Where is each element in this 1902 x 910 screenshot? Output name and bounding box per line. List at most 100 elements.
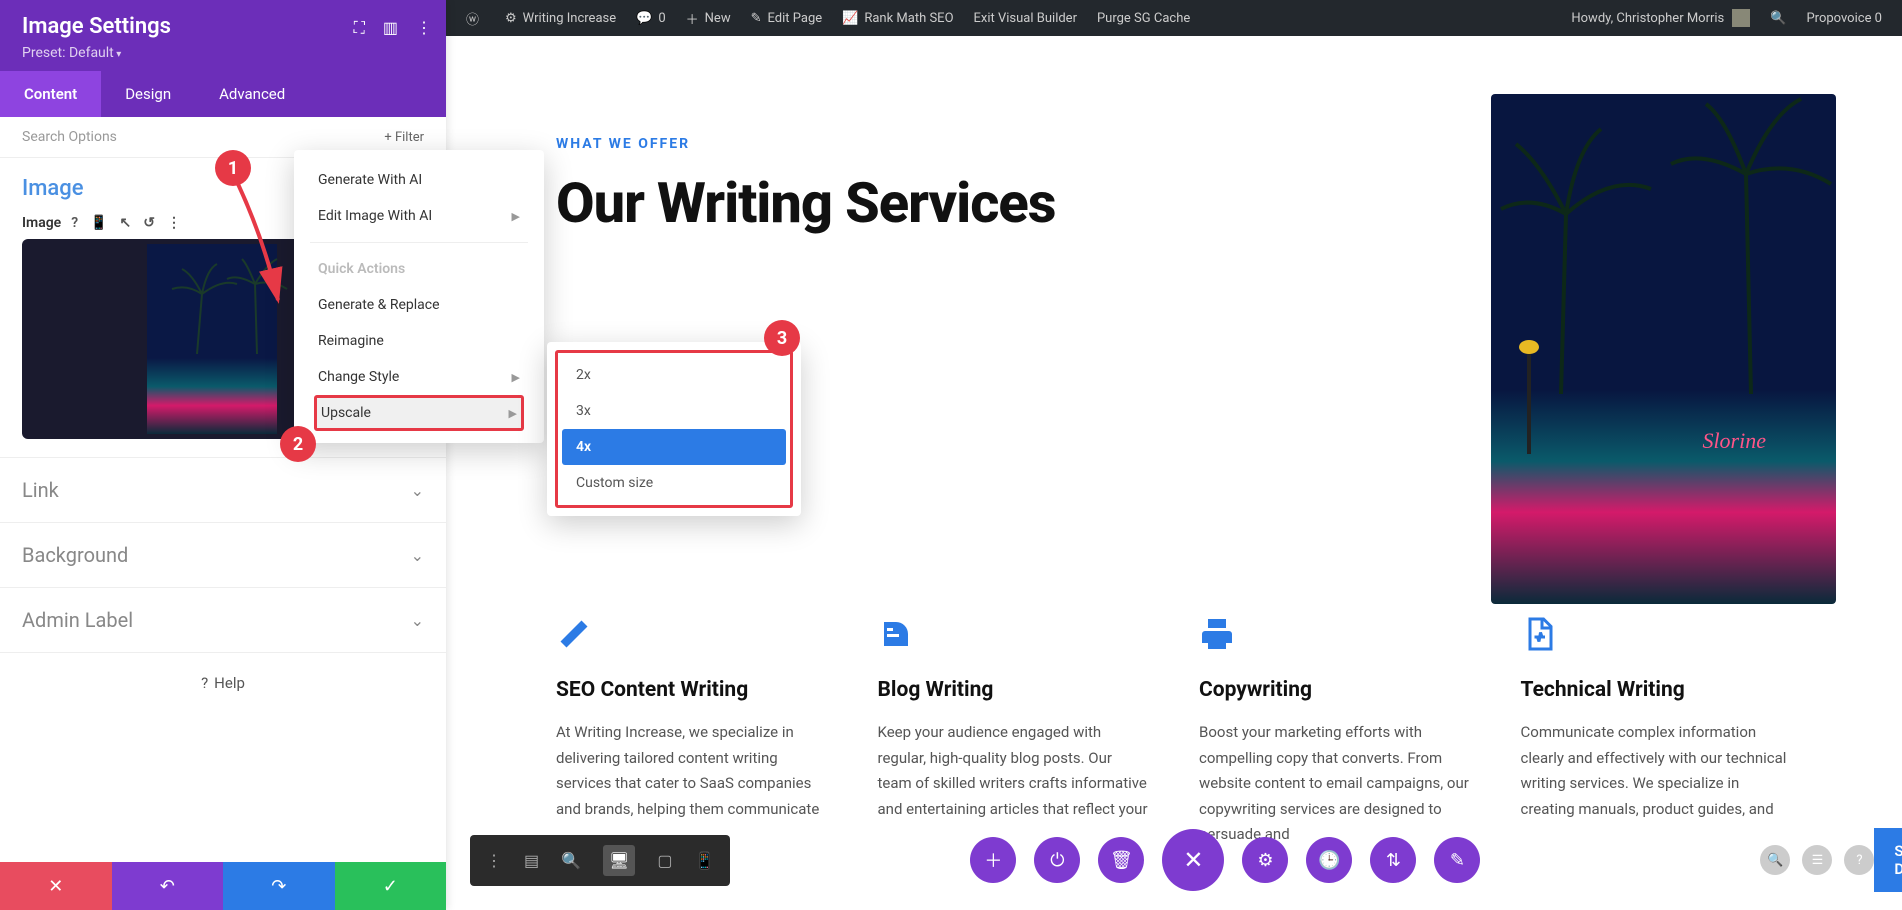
responsive-toolbar: ⋮ ▤ 🔍 🖥 ▢ 📱 <box>470 835 730 886</box>
panel-header: Image Settings Preset: Default ⛶ ▥ ⋮ <box>0 0 446 71</box>
menu-separator <box>310 242 528 243</box>
exit-vb-link[interactable]: Exit Visual Builder <box>964 11 1087 26</box>
chevron-down-icon: ⌄ <box>411 546 424 565</box>
panel-tabs: Content Design Advanced <box>0 71 446 117</box>
save-button[interactable]: ✓ <box>335 862 447 910</box>
comments-count: 0 <box>658 11 665 26</box>
service-text: Communicate complex information clearly … <box>1521 720 1793 822</box>
accordion-admin-label[interactable]: Admin Label ⌄ <box>0 588 446 653</box>
annotation-1: 1 <box>215 150 251 186</box>
comments-link[interactable]: 💬0 <box>626 11 676 26</box>
propovoice-link[interactable]: Propovoice 0 <box>1796 11 1892 26</box>
settings-panel: Image Settings Preset: Default ⛶ ▥ ⋮ Con… <box>0 0 446 910</box>
exit-vb-label: Exit Visual Builder <box>974 11 1077 26</box>
help-icon[interactable]: ? <box>71 215 78 231</box>
help-circle-icon: ? <box>201 674 208 692</box>
context-menu: Generate With AI Edit Image With AI▶ Qui… <box>294 150 544 443</box>
service-title: Technical Writing <box>1521 678 1793 702</box>
purge-cache-label: Purge SG Cache <box>1097 11 1190 26</box>
menu-change-style[interactable]: Change Style▶ <box>294 359 544 395</box>
more-icon[interactable]: ⋮ <box>416 18 432 38</box>
fullscreen-icon[interactable]: ⛶ <box>354 18 365 38</box>
tab-design[interactable]: Design <box>101 71 195 117</box>
hover-icon[interactable]: ↖ <box>120 215 132 231</box>
panel-footer: ✕ ↶ ↷ ✓ <box>0 862 446 910</box>
save-draft-button[interactable]: Save Draft <box>1874 828 1902 892</box>
more-icon[interactable]: ⋮ <box>486 851 502 870</box>
blog-icon <box>878 616 914 652</box>
annotation-arrow-1 <box>234 180 294 310</box>
snap-icon[interactable]: ▥ <box>383 18 398 38</box>
divi-builder-bar: ⋮ ▤ 🔍 🖥 ▢ 📱 ＋ ⏻ 🗑 ✕ ⚙ 🕒 ⇅ ✎ 🔍 ☰ ? Save D… <box>470 828 1890 892</box>
tab-content[interactable]: Content <box>0 71 101 117</box>
upscale-2x[interactable]: 2x <box>562 357 786 393</box>
accordion-link[interactable]: Link ⌄ <box>0 458 446 523</box>
menu-quick-header: Quick Actions <box>294 251 544 287</box>
help-row[interactable]: ?Help <box>0 653 446 712</box>
tab-advanced[interactable]: Advanced <box>195 71 309 117</box>
wp-admin-bar: ⓦ ⚙Writing Increase 💬0 ＋New ✎Edit Page 📈… <box>446 0 1902 36</box>
wireframe-icon[interactable]: ▤ <box>524 851 539 870</box>
site-name[interactable]: ⚙Writing Increase <box>495 11 626 26</box>
search-icon[interactable]: 🔍 <box>1760 11 1796 26</box>
sort-button[interactable]: ⇅ <box>1370 837 1416 883</box>
street-lamp <box>1527 354 1531 454</box>
service-text: At Writing Increase, we specialize in de… <box>556 720 828 822</box>
close-builder-button[interactable]: ✕ <box>1162 829 1224 891</box>
wp-logo[interactable]: ⓦ <box>456 9 495 28</box>
faded-buttons: 🔍 ☰ ? <box>1760 845 1874 875</box>
menu-reimagine[interactable]: Reimagine <box>294 323 544 359</box>
mobile-icon[interactable]: 📱 <box>90 215 107 231</box>
settings-button[interactable]: ⚙ <box>1242 837 1288 883</box>
pencil-ruler-icon <box>556 616 592 652</box>
faded-help[interactable]: ? <box>1844 845 1874 875</box>
upscale-4x[interactable]: 4x <box>562 429 786 465</box>
preset-selector[interactable]: Preset: Default <box>22 45 424 61</box>
edit-button[interactable]: ✎ <box>1434 837 1480 883</box>
add-button[interactable]: ＋ <box>970 837 1016 883</box>
redo-button[interactable]: ↷ <box>223 862 335 910</box>
hero-image[interactable]: Slorine <box>1491 94 1836 604</box>
upscale-3x[interactable]: 3x <box>562 393 786 429</box>
new-link[interactable]: ＋New <box>676 9 741 28</box>
menu-generate-ai[interactable]: Generate With AI <box>294 162 544 198</box>
trash-button[interactable]: 🗑 <box>1098 837 1144 883</box>
new-label: New <box>705 11 731 26</box>
submenu-arrow-icon: ▶ <box>512 371 520 384</box>
power-button[interactable]: ⏻ <box>1034 837 1080 883</box>
menu-edit-ai[interactable]: Edit Image With AI▶ <box>294 198 544 234</box>
faded-layers[interactable]: ☰ <box>1802 845 1832 875</box>
cancel-button[interactable]: ✕ <box>0 862 112 910</box>
action-buttons: ＋ ⏻ 🗑 ✕ ⚙ 🕒 ⇅ ✎ <box>970 829 1480 891</box>
search-input[interactable]: Search Options <box>22 129 117 145</box>
tablet-icon[interactable]: ▢ <box>657 851 672 870</box>
propovoice-label: Propovoice 0 <box>1806 11 1882 26</box>
chevron-down-icon: ⌄ <box>411 481 424 500</box>
filter-button[interactable]: + Filter <box>384 130 424 145</box>
menu-upscale[interactable]: Upscale▶ <box>314 395 524 431</box>
annotation-3: 3 <box>764 320 800 356</box>
kebab-icon[interactable]: ⋮ <box>167 215 181 231</box>
services-grid: SEO Content Writing At Writing Increase,… <box>556 616 1792 848</box>
undo-button[interactable]: ↶ <box>112 862 224 910</box>
rank-math-label: Rank Math SEO <box>864 11 953 26</box>
service-text: Keep your audience engaged with regular,… <box>878 720 1150 822</box>
edit-page-link[interactable]: ✎Edit Page <box>741 11 833 26</box>
edit-page-label: Edit Page <box>768 11 823 26</box>
zoom-icon[interactable]: 🔍 <box>561 851 581 870</box>
avatar <box>1732 9 1750 27</box>
howdy-user[interactable]: Howdy, Christopher Morris <box>1561 9 1760 27</box>
faded-search[interactable]: 🔍 <box>1760 845 1790 875</box>
printer-icon <box>1199 616 1235 652</box>
service-seo: SEO Content Writing At Writing Increase,… <box>556 616 828 848</box>
menu-generate-replace[interactable]: Generate & Replace <box>294 287 544 323</box>
purge-cache-link[interactable]: Purge SG Cache <box>1087 11 1200 26</box>
history-button[interactable]: 🕒 <box>1306 837 1352 883</box>
reset-icon[interactable]: ↺ <box>143 215 155 231</box>
upscale-custom[interactable]: Custom size <box>562 465 786 501</box>
phone-icon[interactable]: 📱 <box>694 851 714 870</box>
desktop-icon[interactable]: 🖥 <box>603 845 635 876</box>
upscale-submenu: 2x 3x 4x Custom size <box>547 342 801 516</box>
accordion-background[interactable]: Background ⌄ <box>0 523 446 588</box>
rank-math-link[interactable]: 📈Rank Math SEO <box>832 11 963 26</box>
